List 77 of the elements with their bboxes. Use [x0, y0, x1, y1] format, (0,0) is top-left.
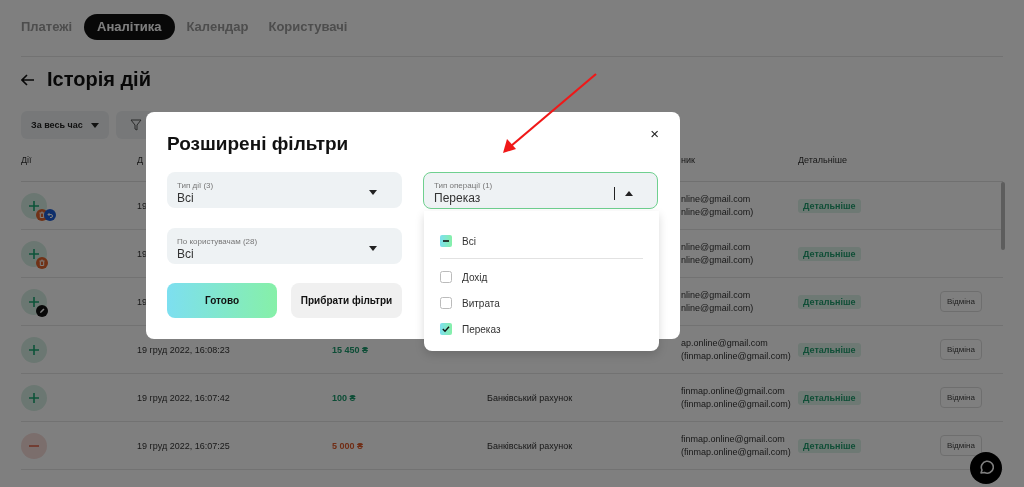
cancel-button[interactable]: Відміна: [940, 387, 982, 408]
option-label[interactable]: Переказ: [462, 323, 501, 335]
details-badge[interactable]: Детальніше: [798, 390, 861, 405]
field-label: Тип операції (1): [434, 181, 493, 190]
date-text: 19 груд 2022, 16:08:23: [137, 344, 230, 355]
cancel-button[interactable]: Відміна: [940, 435, 982, 456]
cancel-button[interactable]: Відміна: [940, 339, 982, 360]
field-value: Переказ: [434, 191, 482, 205]
option-label[interactable]: Дохід: [462, 271, 488, 283]
column-header: Детальніше: [798, 155, 847, 165]
period-dropdown[interactable]: За весь час: [21, 111, 109, 139]
details-badge[interactable]: Детальніше: [798, 342, 861, 357]
done-button[interactable]: Готово: [167, 283, 277, 318]
option-label[interactable]: Всі: [462, 235, 476, 247]
checkbox[interactable]: [440, 271, 452, 283]
account-text: Банківський рахунок: [487, 392, 573, 403]
field-value: Всі: [177, 246, 195, 261]
caret-icon: [625, 190, 633, 196]
user-email: (finmap.online@gmail.com): [681, 447, 791, 457]
cancel-button[interactable]: Відміна: [940, 291, 982, 312]
plus-icon: [29, 200, 39, 211]
scrollbar[interactable]: [1001, 182, 1005, 250]
select-field[interactable]: Тип операції (1) Переказ: [423, 172, 658, 209]
column-header: Дії: [21, 155, 32, 165]
date-text: 19 груд 2022, 16:07:42: [137, 392, 230, 403]
page-title: Історія дій: [47, 68, 151, 91]
chat-button[interactable]: [970, 452, 1002, 484]
user-email: nline@gmail.com: [681, 194, 751, 204]
column-header: Д: [137, 155, 144, 165]
user-email: nline@gmail.com): [681, 255, 754, 265]
account-text: Банківський рахунок: [487, 440, 573, 451]
user-email: (finmap.online@gmail.com): [681, 351, 791, 361]
caret-icon: [369, 246, 377, 251]
pencil-icon: [36, 305, 48, 317]
undo-icon: [44, 209, 56, 221]
user-email: finmap.online@gmail.com: [681, 434, 785, 444]
user-email: nline@gmail.com): [681, 303, 754, 313]
plus-icon: [29, 248, 39, 259]
caret-icon: [90, 122, 99, 128]
checkbox[interactable]: [440, 235, 452, 247]
amount-text: 100 ₴: [332, 392, 356, 403]
amount-text: 15 450 ₴: [332, 344, 369, 355]
details-badge[interactable]: Детальніше: [798, 438, 861, 453]
user-email: finmap.online@gmail.com: [681, 386, 785, 396]
details-badge[interactable]: Детальніше: [798, 198, 861, 213]
action-button[interactable]: [21, 432, 47, 459]
select-field[interactable]: Тип дії (3) Всі: [167, 172, 402, 208]
details-badge[interactable]: Детальніше: [798, 294, 861, 309]
plus-icon: [29, 392, 39, 403]
nav-tab[interactable]: Аналітика: [84, 14, 175, 40]
date-text: 19 груд 2022, 16:07:25: [137, 440, 230, 451]
field-label: Тип дії (3): [177, 180, 214, 190]
chat-icon: [978, 460, 994, 476]
trash-icon: [36, 257, 48, 269]
plus-icon: [29, 296, 39, 307]
column-header: ник: [681, 155, 695, 165]
details-badge[interactable]: Детальніше: [798, 246, 861, 261]
amount-text: 5 000 ₴: [332, 440, 364, 451]
back-arrow-icon[interactable]: [21, 73, 35, 86]
caret-icon: [369, 190, 377, 195]
reset-filters-button[interactable]: Прибрати фільтри: [291, 283, 402, 318]
select-field[interactable]: По користувачам (28) Всі: [167, 228, 402, 264]
user-email: (finmap.online@gmail.com): [681, 399, 791, 409]
user-email: nline@gmail.com: [681, 242, 751, 252]
field-value: Всі: [177, 190, 195, 205]
checkbox[interactable]: [440, 297, 452, 309]
checkbox[interactable]: [440, 323, 452, 335]
text-cursor: [613, 186, 615, 200]
option-label[interactable]: Витрата: [462, 297, 500, 309]
modal-title: Розширені фільтри: [167, 132, 349, 156]
user-email: nline@gmail.com): [681, 207, 754, 217]
filter-icon: [129, 119, 142, 131]
user-email: ap.online@gmail.com: [681, 338, 768, 348]
user-email: nline@gmail.com: [681, 290, 751, 300]
field-label: По користувачам (28): [177, 236, 258, 246]
close-button[interactable]: ×: [646, 123, 663, 144]
plus-icon: [29, 344, 39, 355]
